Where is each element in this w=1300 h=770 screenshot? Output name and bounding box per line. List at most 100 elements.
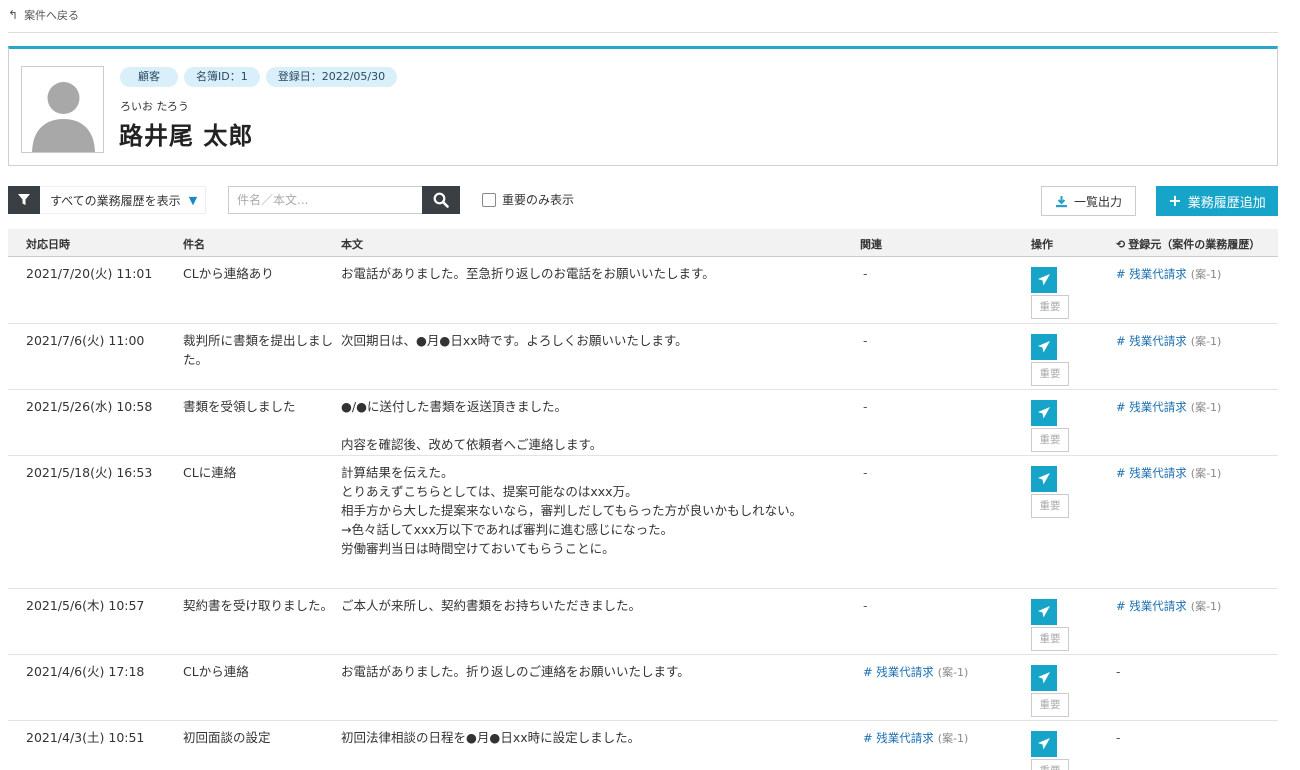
mark-important-button[interactable]: 重要 bbox=[1031, 362, 1069, 386]
back-link-label: 案件へ戻る bbox=[24, 9, 80, 22]
source-case-id: (案-1) bbox=[1190, 467, 1222, 480]
source-case-link[interactable]: # 残業代請求 bbox=[1116, 599, 1187, 613]
row-source: # 残業代請求 (案-1) bbox=[1116, 264, 1278, 284]
add-history-button[interactable]: + 業務履歴追加 bbox=[1156, 186, 1278, 216]
row-ops: 重要 bbox=[1031, 334, 1071, 386]
send-button[interactable] bbox=[1031, 665, 1057, 691]
search-input[interactable] bbox=[228, 186, 422, 214]
paper-plane-icon bbox=[1038, 341, 1050, 353]
source-case-link[interactable]: # 残業代請求 bbox=[1116, 267, 1187, 281]
history-toolbar: すべての業務履歴を表示 ▼ 重要のみ表示 一覧出力 + 業務履歴追加 bbox=[8, 186, 1278, 216]
client-name: 路井尾 太郎 bbox=[119, 122, 254, 150]
row-date: 2021/5/18(火) 16:53 bbox=[26, 465, 153, 480]
row-related: - bbox=[863, 598, 868, 613]
row-source: - bbox=[1116, 730, 1121, 745]
history-table-body: 2021/7/20(火) 11:01 CLから連絡あり お電話がありました。至急… bbox=[8, 257, 1278, 770]
source-case-link[interactable]: # 残業代請求 bbox=[1116, 466, 1187, 480]
row-subject: 契約書を受け取りました。 bbox=[183, 598, 334, 613]
client-card: 顧客 名簿ID：1 登録日：2022/05/30 ろいお たろう 路井尾 太郎 bbox=[8, 46, 1278, 166]
row-body: お電話がありました。至急折り返しのお電話をお願いいたします。 bbox=[341, 266, 715, 281]
send-button[interactable] bbox=[1031, 400, 1057, 426]
important-only-checkbox[interactable] bbox=[482, 192, 496, 207]
column-header-source: ⟲ 登録元（案件の業務履歴） bbox=[1116, 237, 1261, 252]
send-button[interactable] bbox=[1031, 267, 1057, 293]
row-subject: CLから連絡 bbox=[183, 664, 249, 679]
mark-important-button[interactable]: 重要 bbox=[1031, 428, 1069, 452]
row-ops: 重要 bbox=[1031, 400, 1071, 452]
source-case-link[interactable]: # 残業代請求 bbox=[1116, 400, 1187, 414]
row-subject: CLに連絡 bbox=[183, 465, 237, 480]
column-header-related: 関連 bbox=[860, 238, 882, 251]
search-icon bbox=[433, 192, 449, 208]
table-row: 2021/5/18(火) 16:53 CLに連絡 計算結果を伝えた。 とりあえず… bbox=[8, 456, 1278, 589]
row-related: - bbox=[863, 333, 868, 348]
export-list-label: 一覧出力 bbox=[1073, 194, 1122, 209]
row-date: 2021/4/6(火) 17:18 bbox=[26, 664, 145, 679]
back-to-case-link[interactable]: ↰ 案件へ戻る bbox=[8, 5, 79, 25]
paper-plane-icon bbox=[1038, 473, 1050, 485]
row-ops: 重要 bbox=[1031, 599, 1071, 651]
export-list-button[interactable]: 一覧出力 bbox=[1041, 186, 1136, 216]
row-source: # 残業代請求 (案-1) bbox=[1116, 331, 1278, 351]
history-table-header: 対応日時 件名 本文 関連 操作 ⟲ 登録元（案件の業務履歴） bbox=[8, 229, 1278, 257]
user-silhouette-icon bbox=[22, 67, 103, 152]
column-header-body[interactable]: 本文 bbox=[341, 236, 363, 252]
row-body: ご本人が来所し、契約書類をお持ちいただきました。 bbox=[341, 598, 642, 613]
mark-important-button[interactable]: 重要 bbox=[1031, 759, 1069, 770]
table-row: 2021/5/6(木) 10:57 契約書を受け取りました。 ご本人が来所し、契… bbox=[8, 589, 1278, 655]
source-case-id: (案-1) bbox=[1190, 600, 1222, 613]
row-source: # 残業代請求 (案-1) bbox=[1116, 463, 1278, 483]
row-related: - bbox=[863, 465, 868, 480]
caret-down-icon: ▼ bbox=[188, 193, 198, 207]
row-body: 計算結果を伝えた。 とりあえずこちらとしては、提案可能なのはxxx万。 相手方か… bbox=[341, 465, 803, 556]
row-ops: 重要 bbox=[1031, 731, 1071, 770]
mark-important-button[interactable]: 重要 bbox=[1031, 295, 1069, 319]
send-button[interactable] bbox=[1031, 466, 1057, 492]
related-case-link[interactable]: # 残業代請求 bbox=[863, 731, 934, 745]
source-case-link[interactable]: # 残業代請求 bbox=[1116, 334, 1187, 348]
client-badges: 顧客 名簿ID：1 登録日：2022/05/30 bbox=[120, 67, 398, 87]
important-only-toggle[interactable]: 重要のみ表示 bbox=[482, 191, 574, 208]
send-button[interactable] bbox=[1031, 731, 1057, 757]
row-body: 次回期日は、●月●日xx時です。よろしくお願いいたします。 bbox=[341, 333, 688, 348]
row-body: お電話がありました。折り返しのご連絡をお願いいたします。 bbox=[341, 664, 690, 679]
mark-important-button[interactable]: 重要 bbox=[1031, 494, 1069, 518]
history-filter-dropdown[interactable]: すべての業務履歴を表示 ▼ bbox=[8, 186, 207, 214]
mark-important-button[interactable]: 重要 bbox=[1031, 693, 1069, 717]
table-row: 2021/7/6(火) 11:00 裁判所に書類を提出しました。 次回期日は、●… bbox=[8, 324, 1278, 390]
registered-date-badge: 登録日：2022/05/30 bbox=[265, 67, 398, 87]
table-row: 2021/7/20(火) 11:01 CLから連絡あり お電話がありました。至急… bbox=[8, 257, 1278, 324]
row-ops: 重要 bbox=[1031, 466, 1071, 518]
column-header-date[interactable]: 対応日時 bbox=[26, 236, 70, 252]
related-case-link[interactable]: # 残業代請求 bbox=[863, 665, 934, 679]
history-icon: ⟲ bbox=[1116, 237, 1126, 251]
row-related: - bbox=[863, 266, 868, 281]
search-button[interactable] bbox=[422, 186, 460, 214]
avatar bbox=[21, 66, 104, 153]
table-row: 2021/5/26(水) 10:58 書類を受領しました ●/●に送付した書類を… bbox=[8, 390, 1278, 456]
plus-icon: + bbox=[1168, 191, 1182, 210]
important-only-label: 重要のみ表示 bbox=[502, 193, 575, 207]
row-source: # 残業代請求 (案-1) bbox=[1116, 596, 1278, 616]
related-case-id: (案-1) bbox=[937, 666, 969, 679]
paper-plane-icon bbox=[1038, 738, 1050, 750]
row-related: # 残業代請求 (案-1) bbox=[863, 662, 1013, 682]
source-case-id: (案-1) bbox=[1190, 268, 1222, 281]
row-date: 2021/7/20(火) 11:01 bbox=[26, 266, 153, 281]
row-related: # 残業代請求 (案-1) bbox=[863, 728, 1013, 748]
table-row: 2021/4/6(火) 17:18 CLから連絡 お電話がありました。折り返しの… bbox=[8, 655, 1278, 721]
send-button[interactable] bbox=[1031, 599, 1057, 625]
client-name-kana: ろいお たろう bbox=[120, 100, 189, 113]
row-date: 2021/5/26(水) 10:58 bbox=[26, 399, 153, 414]
roster-id-badge: 名簿ID：1 bbox=[184, 67, 260, 87]
row-ops: 重要 bbox=[1031, 267, 1071, 319]
row-subject: 裁判所に書類を提出しました。 bbox=[183, 333, 334, 367]
mark-important-button[interactable]: 重要 bbox=[1031, 627, 1069, 651]
row-body: 初回法律相談の日程を●月●日xx時に設定しました。 bbox=[341, 730, 641, 745]
column-header-ops: 操作 bbox=[1031, 238, 1053, 251]
column-header-subject[interactable]: 件名 bbox=[183, 236, 205, 252]
back-arrow-icon: ↰ bbox=[8, 8, 19, 22]
send-button[interactable] bbox=[1031, 334, 1057, 360]
filter-icon bbox=[8, 186, 40, 214]
paper-plane-icon bbox=[1038, 606, 1050, 618]
